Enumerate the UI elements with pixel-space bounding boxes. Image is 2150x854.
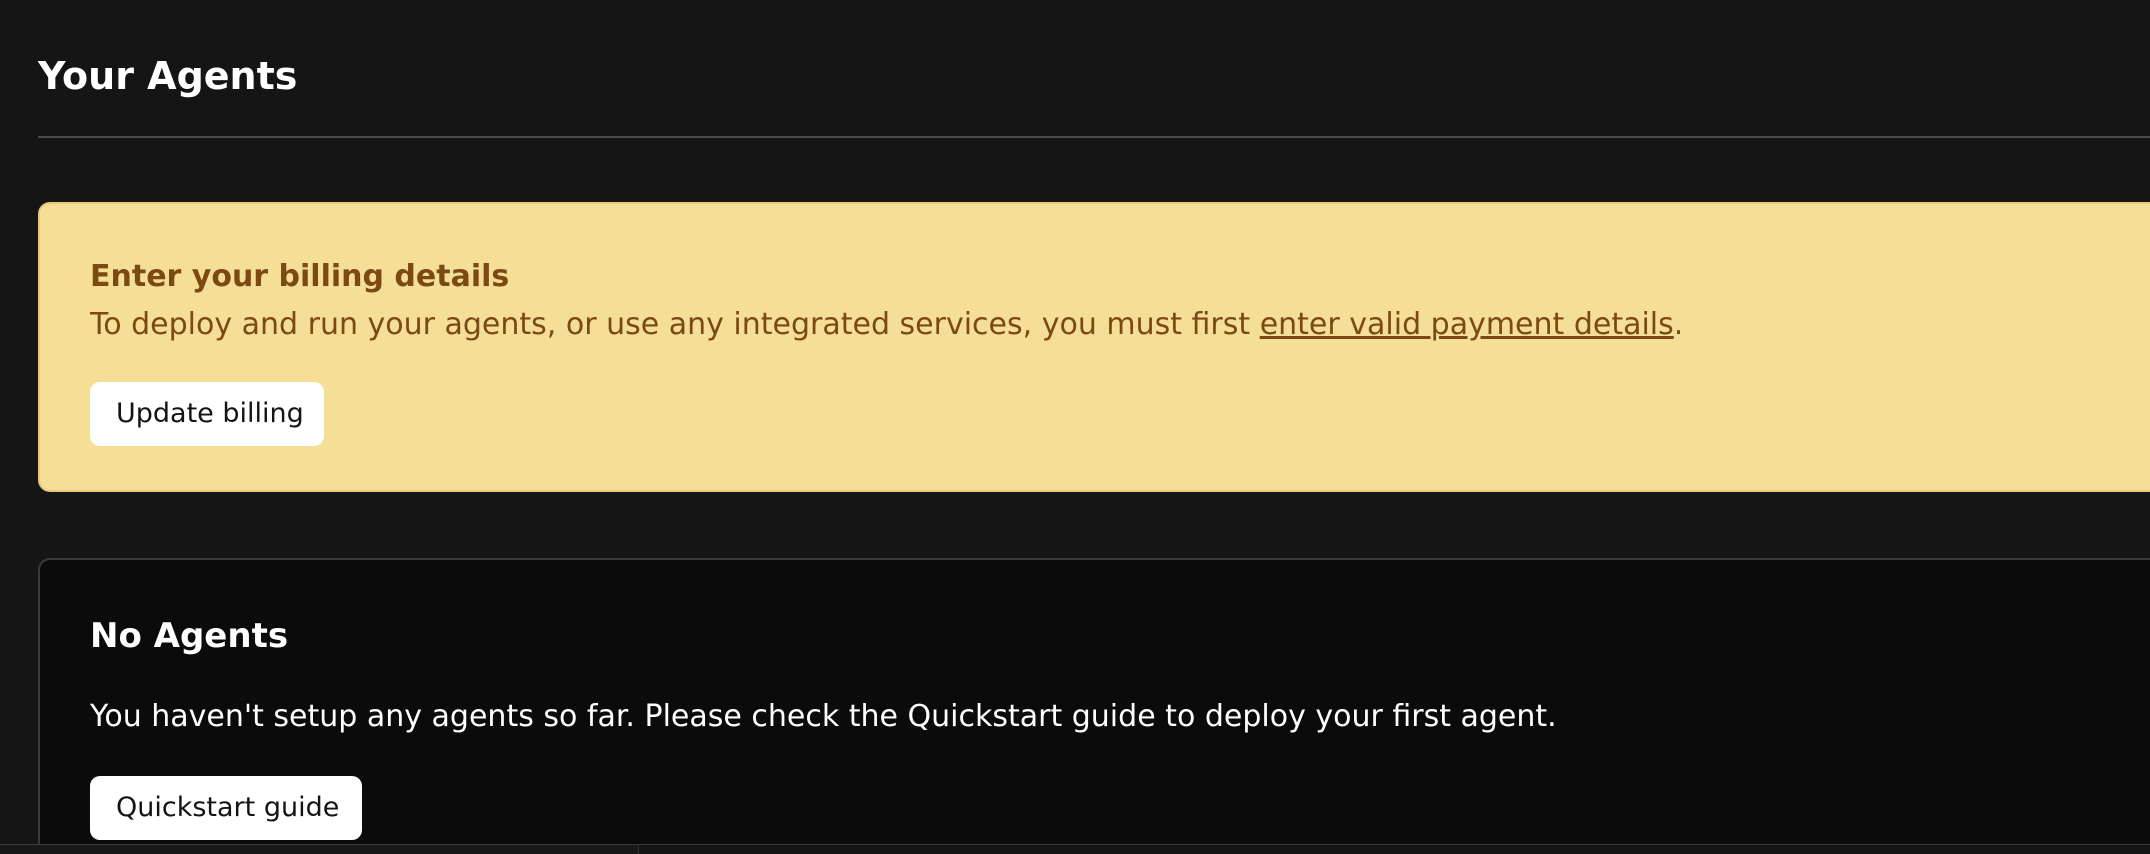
no-agents-message: You haven't setup any agents so far. Ple… — [90, 699, 1557, 734]
billing-alert-message: To deploy and run your agents, or use an… — [90, 304, 1683, 346]
no-agents-title: No Agents — [90, 616, 289, 656]
bottom-tab[interactable] — [608, 845, 639, 854]
update-billing-button[interactable]: Update billing — [90, 382, 324, 446]
billing-alert-title: Enter your billing details — [90, 259, 510, 294]
header-divider — [38, 136, 2150, 138]
payment-details-link[interactable]: enter valid payment details — [1260, 307, 1674, 342]
billing-message-suffix: . — [1673, 307, 1684, 342]
agents-page: Your Agents Enter your billing details T… — [0, 0, 2150, 854]
bottom-toolbar — [0, 844, 2150, 854]
bottom-tab[interactable] — [238, 845, 609, 854]
bottom-tab[interactable] — [0, 845, 239, 854]
billing-message-prefix: To deploy and run your agents, or use an… — [90, 307, 1260, 342]
no-agents-card: No Agents You haven't setup any agents s… — [38, 558, 2150, 854]
page-title: Your Agents — [38, 54, 298, 98]
quickstart-guide-button[interactable]: Quickstart guide — [90, 776, 362, 840]
billing-alert: Enter your billing details To deploy and… — [38, 202, 2150, 492]
